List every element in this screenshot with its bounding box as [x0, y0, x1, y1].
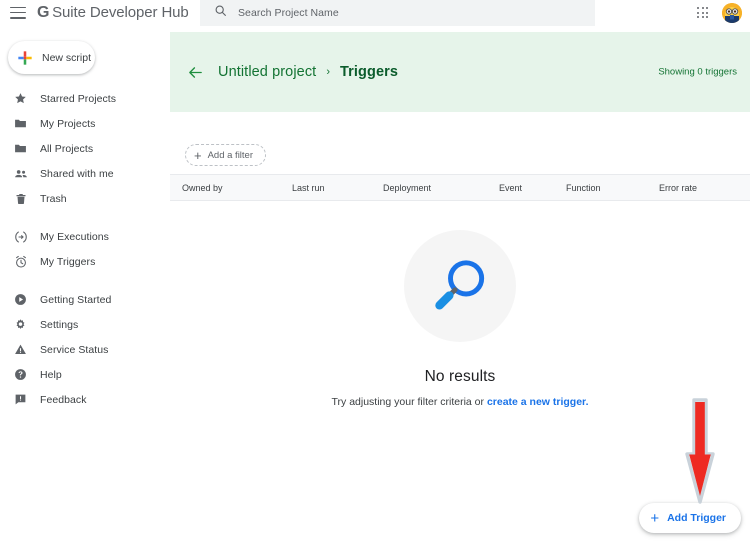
add-trigger-label: Add Trigger — [667, 512, 726, 524]
sidebar-item-settings[interactable]: Settings — [0, 312, 170, 337]
folder-icon — [12, 115, 29, 132]
sidebar-item-feedback[interactable]: Feedback — [0, 387, 170, 412]
empty-state: No results Try adjusting your filter cri… — [170, 201, 750, 408]
column-header-event[interactable]: Event — [499, 183, 522, 193]
play-circle-icon — [12, 291, 29, 308]
filter-bar: + Add a filter — [170, 112, 750, 174]
feedback-icon — [12, 391, 29, 408]
main-content: Untitled project › Triggers Showing 0 tr… — [170, 26, 750, 544]
avatar[interactable] — [722, 3, 742, 23]
column-header-last-run[interactable]: Last run — [292, 183, 325, 193]
breadcrumb-current: Triggers — [340, 64, 399, 80]
brand-g-letter: G — [37, 3, 50, 21]
star-icon — [12, 90, 29, 107]
brand: G Suite Developer Hub — [37, 4, 189, 22]
apps-grid-icon[interactable] — [697, 7, 709, 19]
breadcrumb-project[interactable]: Untitled project — [218, 64, 316, 80]
executions-icon — [12, 228, 29, 245]
sidebar-label: All Projects — [40, 142, 94, 155]
new-script-label: New script — [42, 51, 92, 64]
sidebar-item-shared-with-me[interactable]: Shared with me — [0, 161, 170, 186]
breadcrumb-separator: › — [326, 66, 330, 78]
sidebar-label: My Executions — [40, 230, 109, 243]
help-circle-icon — [12, 366, 29, 383]
sidebar-item-getting-started[interactable]: Getting Started — [0, 287, 170, 312]
search-bar[interactable]: Search Project Name — [200, 0, 595, 26]
sidebar-divider-gap — [0, 274, 170, 287]
gear-icon — [12, 316, 29, 333]
create-new-trigger-link[interactable]: create a new trigger. — [487, 396, 589, 408]
sidebar-label: Feedback — [40, 393, 87, 406]
sidebar-item-starred-projects[interactable]: Starred Projects — [0, 86, 170, 111]
sidebar-label: My Triggers — [40, 255, 96, 268]
sidebar-label: Getting Started — [40, 293, 112, 306]
sidebar-label: Trash — [40, 192, 67, 205]
sidebar-label: My Projects — [40, 117, 96, 130]
brand-name: Suite Developer Hub — [52, 3, 189, 21]
sidebar-group-activity: My Executions My Triggers — [0, 224, 170, 274]
project-header: Untitled project › Triggers Showing 0 tr… — [170, 32, 750, 112]
column-header-function[interactable]: Function — [566, 183, 601, 193]
sidebar-item-help[interactable]: Help — [0, 362, 170, 387]
column-header-error-rate[interactable]: Error rate — [659, 183, 697, 193]
sidebar-label: Service Status — [40, 343, 109, 356]
warning-triangle-icon — [12, 341, 29, 358]
sidebar-label: Settings — [40, 318, 79, 331]
sidebar-item-trash[interactable]: Trash — [0, 186, 170, 211]
sidebar-item-my-projects[interactable]: My Projects — [0, 111, 170, 136]
plus-icon: + — [194, 147, 202, 163]
sidebar-divider-gap — [0, 211, 170, 224]
sidebar-group-projects: Starred Projects My Projects All Project… — [0, 86, 170, 211]
magnifier-illustration — [404, 230, 516, 342]
empty-state-title: No results — [424, 368, 496, 385]
app-root: G Suite Developer Hub Search Project Nam… — [0, 0, 750, 544]
sidebar-item-all-projects[interactable]: All Projects — [0, 136, 170, 161]
sidebar-nav: Starred Projects My Projects All Project… — [0, 86, 170, 412]
showing-count: Showing 0 triggers — [658, 66, 737, 78]
search-icon — [200, 4, 227, 22]
sidebar-label: Starred Projects — [40, 92, 117, 105]
add-filter-chip[interactable]: + Add a filter — [185, 144, 267, 166]
folder-icon — [12, 140, 29, 157]
hamburger-icon[interactable] — [10, 6, 26, 19]
alarm-clock-icon — [12, 253, 29, 270]
table-header-row: Owned by Last run Deployment Event Funct… — [170, 174, 750, 201]
empty-state-subtitle-text: Try adjusting your filter criteria or — [331, 396, 487, 408]
trash-icon — [12, 190, 29, 207]
sidebar-group-support: Getting Started Settings Service Status … — [0, 287, 170, 412]
search-input[interactable]: Search Project Name — [238, 7, 339, 19]
sidebar-label: Shared with me — [40, 167, 114, 180]
column-header-owned-by[interactable]: Owned by — [182, 183, 223, 193]
empty-state-subtitle: Try adjusting your filter criteria or cr… — [170, 396, 750, 408]
new-script-button[interactable]: New script — [8, 41, 95, 74]
sidebar-item-my-triggers[interactable]: My Triggers — [0, 249, 170, 274]
column-header-deployment[interactable]: Deployment — [383, 183, 431, 193]
sidebar: New script Starred Projects My Projects — [0, 26, 170, 544]
top-bar: G Suite Developer Hub Search Project Nam… — [0, 0, 750, 26]
people-icon — [12, 165, 29, 182]
plus-icon: + — [650, 509, 660, 527]
add-trigger-button[interactable]: + Add Trigger — [639, 503, 741, 533]
add-filter-label: Add a filter — [207, 149, 254, 161]
sidebar-label: Help — [40, 368, 62, 381]
back-arrow-icon[interactable] — [186, 63, 204, 81]
sidebar-item-my-executions[interactable]: My Executions — [0, 224, 170, 249]
google-plus-icon — [17, 50, 33, 66]
sidebar-item-service-status[interactable]: Service Status — [0, 337, 170, 362]
